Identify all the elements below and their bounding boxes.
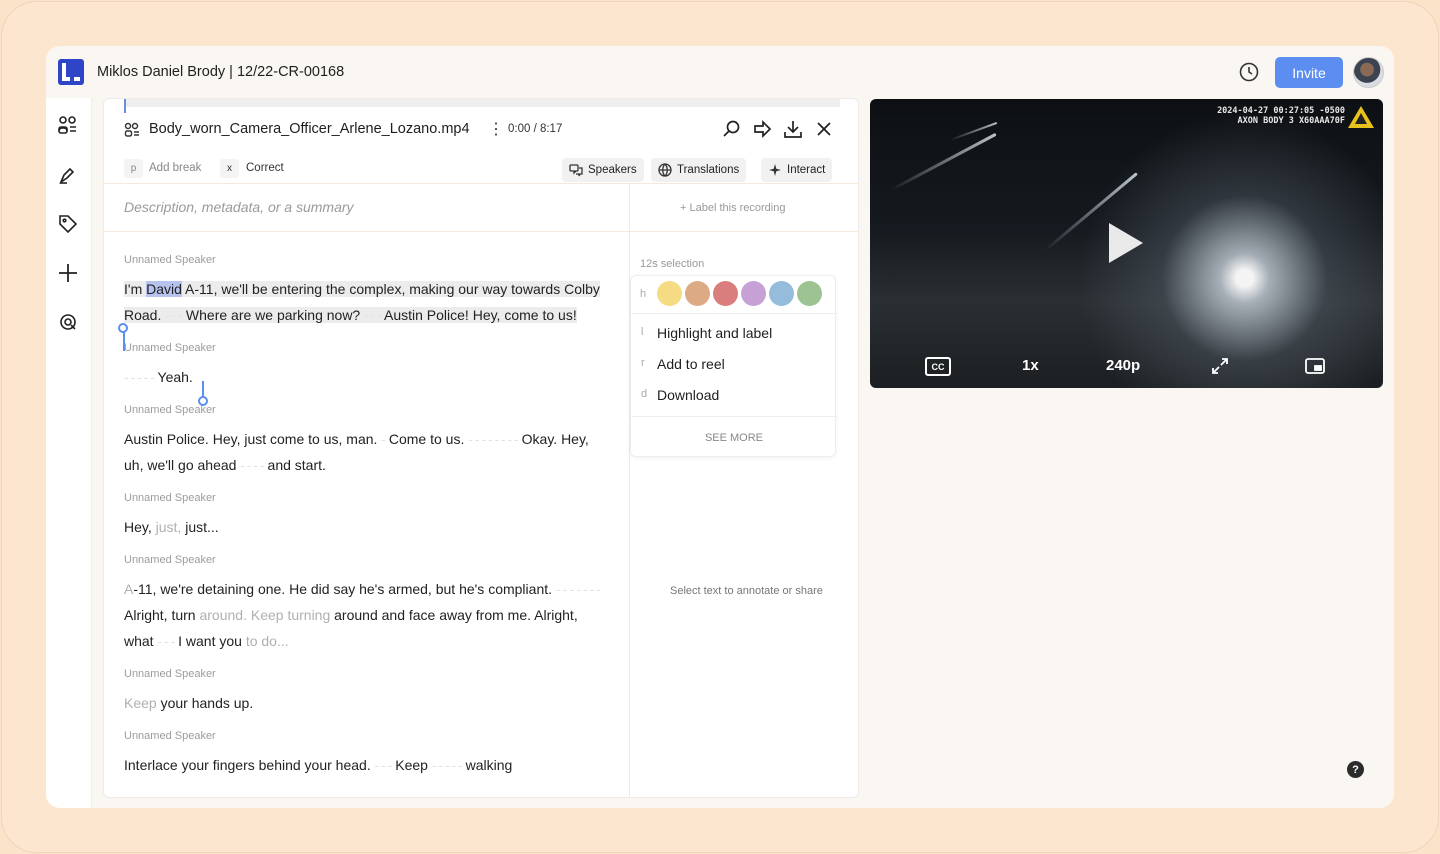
close-icon[interactable] [814, 119, 834, 139]
label-recording-button[interactable]: + Label this recording [680, 202, 785, 214]
menu-item-label: Add to reel [657, 356, 725, 372]
app-logo-icon[interactable] [58, 59, 84, 85]
invite-button[interactable]: Invite [1275, 57, 1343, 88]
transcript-text[interactable]: Keep your hands up. [124, 690, 604, 716]
speaker-label[interactable]: Unnamed Speaker [124, 668, 604, 682]
user-avatar[interactable] [1353, 57, 1384, 88]
color-swatches: h [631, 276, 837, 314]
interact-button[interactable]: Interact [761, 158, 833, 182]
translations-button[interactable]: Translations [651, 158, 747, 182]
transcript-text[interactable]: Hey, just, just... [124, 514, 604, 540]
transcript-block: Unnamed Speaker A-11, we're detaining on… [124, 554, 604, 654]
selection-start-knob[interactable] [118, 323, 128, 333]
speakers-label: Speakers [588, 164, 637, 176]
correct-shortcut: x [220, 159, 239, 178]
light-streak [889, 132, 997, 192]
speaker-label[interactable]: Unnamed Speaker [124, 554, 604, 568]
menu-shortcut: r [641, 357, 645, 369]
color-swatch[interactable] [769, 281, 794, 306]
history-clock-icon[interactable] [1239, 62, 1259, 82]
picture-in-picture-icon[interactable] [1305, 358, 1325, 374]
annotate-menu: h l Highlight and label r Add to reel d … [630, 275, 837, 458]
selection-caption: 12s selection [640, 258, 705, 270]
file-row: Body_worn_Camera_Officer_Arlene_Lozano.m… [104, 119, 858, 141]
sparkle-icon [769, 164, 781, 176]
transcript-block: Unnamed Speaker Keep your hands up. [124, 668, 604, 716]
speaker-label[interactable]: Unnamed Speaker [124, 404, 604, 418]
transcript-block: Unnamed Speaker Austin Police. Hey, just… [124, 404, 604, 478]
selection-end-knob[interactable] [198, 396, 208, 406]
pen-icon[interactable] [57, 164, 79, 186]
recording-filename: Body_worn_Camera_Officer_Arlene_Lozano.m… [149, 121, 470, 137]
speaker-label[interactable]: Unnamed Speaker [124, 492, 604, 506]
help-button[interactable]: ? [1347, 761, 1364, 778]
speaker-label[interactable]: Unnamed Speaker [124, 254, 604, 268]
play-icon[interactable] [1109, 223, 1143, 263]
transcript-block: Unnamed Speaker Interlace your fingers b… [124, 730, 604, 778]
highlighted-word: David [146, 281, 182, 297]
share-icon[interactable] [752, 119, 772, 139]
annotate-hint: Select text to annotate or share [670, 585, 823, 597]
speakers-button[interactable]: Speakers [562, 158, 644, 182]
axon-logo-icon [1348, 106, 1374, 128]
quality-button[interactable]: 240p [1106, 357, 1140, 374]
transcript-block: Unnamed Speaker - - - - - Yeah. [124, 342, 604, 390]
transcript-text[interactable]: Austin Police. Hey, just come to us, man… [124, 426, 604, 478]
transcript-panel: Body_worn_Camera_Officer_Arlene_Lozano.m… [103, 98, 859, 798]
menu-item-label: Download [657, 387, 720, 403]
top-bar: Miklos Daniel Brody | 12/22-CR-00168 Inv… [46, 46, 1394, 98]
transcript-block: Unnamed Speaker Hey, just, just... [124, 492, 604, 540]
description-bar: Description, metadata, or a summary + La… [104, 183, 858, 232]
menu-shortcut: d [641, 388, 648, 400]
playback-time: 0:00 / 8:17 [508, 123, 563, 135]
more-options-icon[interactable]: ⋮ [488, 119, 504, 139]
translations-label: Translations [677, 164, 740, 176]
timeline-strip[interactable] [124, 99, 840, 113]
add-break-button[interactable]: Add break [149, 162, 201, 174]
color-swatch[interactable] [685, 281, 710, 306]
color-swatch[interactable] [713, 281, 738, 306]
plus-icon[interactable] [57, 262, 79, 284]
people-icon[interactable] [57, 115, 79, 137]
menu-shortcut: l [641, 326, 644, 338]
menu-item-download[interactable]: d Download [631, 383, 837, 409]
add-break-shortcut: p [124, 159, 143, 178]
transcript-block: Unnamed Speaker I'm David A-11, we'll be… [124, 254, 604, 328]
menu-item-add-to-reel[interactable]: r Add to reel [631, 352, 837, 378]
left-sidebar [46, 98, 92, 808]
see-more-button[interactable]: SEE MORE [631, 416, 837, 458]
video-player[interactable]: 2024-04-27 00:27:05 -0500 AXON BODY 3 X6… [870, 99, 1383, 388]
transcript-text[interactable]: A-11, we're detaining one. He did say he… [124, 576, 604, 654]
speakers-icon [569, 164, 583, 177]
swatch-shortcut: h [640, 288, 647, 300]
camera-timestamp-overlay: 2024-04-27 00:27:05 -0500 AXON BODY 3 X6… [1217, 106, 1345, 126]
transcript-body: Unnamed Speaker I'm David A-11, we'll be… [124, 254, 604, 792]
playback-speed-button[interactable]: 1x [1022, 357, 1039, 374]
case-title: Miklos Daniel Brody | 12/22-CR-00168 [97, 64, 345, 80]
tag-icon[interactable] [57, 213, 79, 235]
color-swatch[interactable] [797, 281, 822, 306]
correct-button[interactable]: Correct [246, 162, 284, 174]
transcript-text[interactable]: I'm David A-11, we'll be entering the co… [124, 276, 604, 328]
app-window: Miklos Daniel Brody | 12/22-CR-00168 Inv… [46, 46, 1394, 808]
download-icon[interactable] [783, 119, 803, 139]
speaker-label[interactable]: Unnamed Speaker [124, 342, 604, 356]
tool-row: p Add break x Correct Speakers Translati… [104, 155, 858, 183]
color-swatch[interactable] [657, 281, 682, 306]
interact-label: Interact [787, 164, 826, 176]
fullscreen-icon[interactable] [1211, 357, 1229, 375]
transcript-text[interactable]: Interlace your fingers behind your head.… [124, 752, 604, 778]
annotate-column: 12s selection h l Highlight and label r [630, 232, 858, 797]
menu-item-label: Highlight and label [657, 325, 773, 341]
speakers-file-icon [124, 122, 139, 137]
transcript-text[interactable]: - - - - - Yeah. [124, 364, 604, 390]
globe-icon [658, 163, 672, 177]
speaker-label[interactable]: Unnamed Speaker [124, 730, 604, 744]
description-input[interactable]: Description, metadata, or a summary [124, 199, 354, 215]
menu-item-highlight-and-label[interactable]: l Highlight and label [631, 321, 837, 347]
captions-button[interactable]: CC [925, 357, 951, 376]
search-icon[interactable] [722, 119, 742, 139]
color-swatch[interactable] [741, 281, 766, 306]
search-icon[interactable] [57, 311, 79, 333]
